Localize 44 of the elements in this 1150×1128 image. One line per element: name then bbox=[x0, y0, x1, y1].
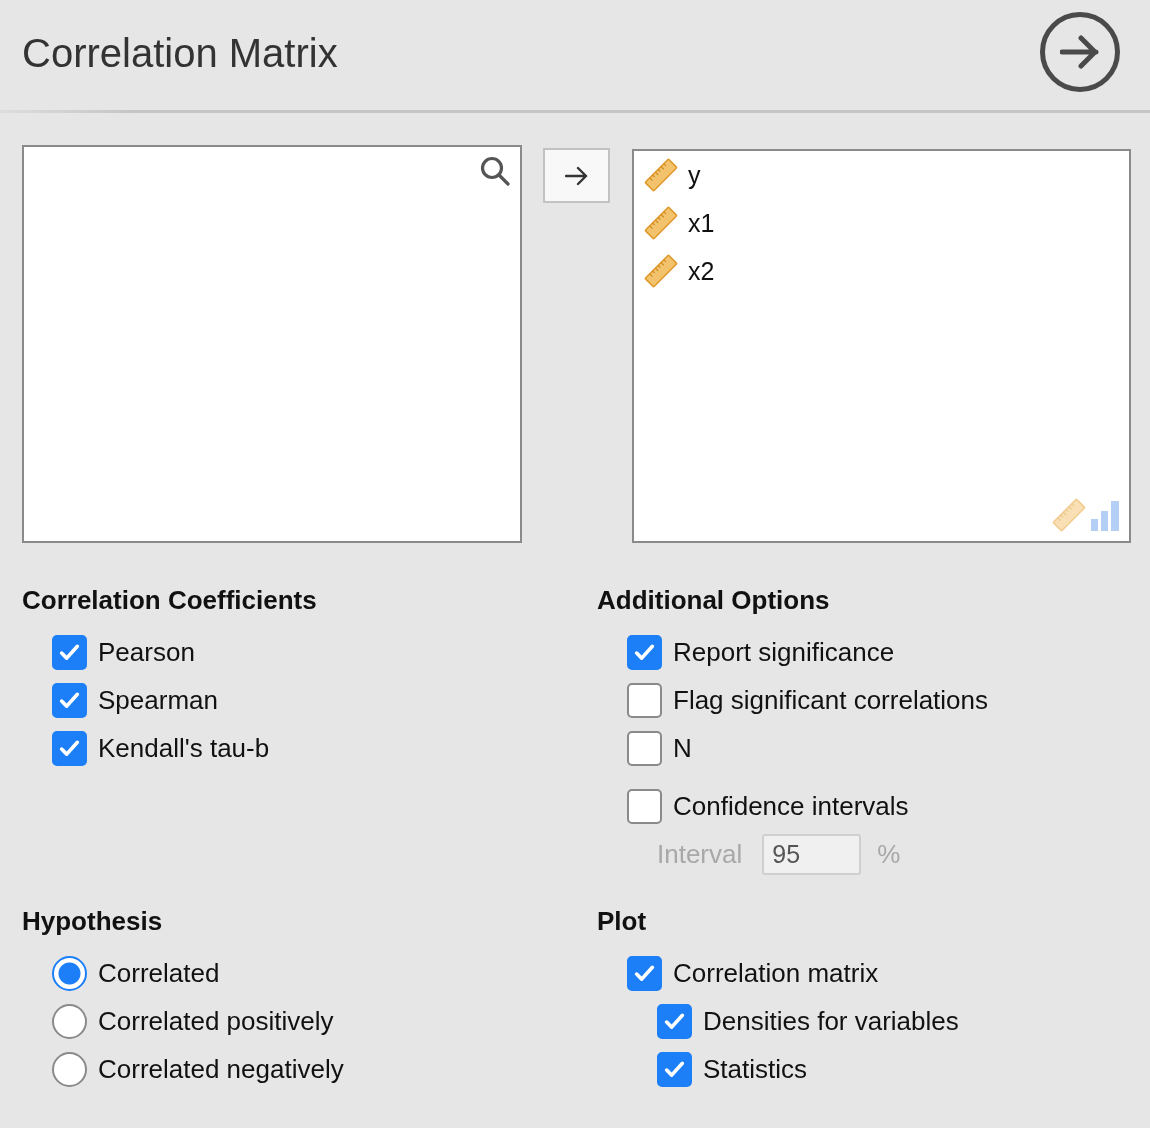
checkbox[interactable] bbox=[627, 682, 662, 718]
checkbox[interactable] bbox=[52, 634, 87, 670]
arrow-right-icon bbox=[564, 165, 589, 186]
field-label: Interval bbox=[657, 838, 743, 870]
checkbox[interactable] bbox=[627, 730, 662, 766]
checkbox-label: Kendall's tau-b bbox=[98, 732, 270, 764]
checkbox[interactable] bbox=[52, 682, 87, 718]
variable-name[interactable]: x2 bbox=[688, 256, 715, 286]
radio-label: Correlated negatively bbox=[98, 1053, 344, 1085]
checkbox[interactable] bbox=[657, 1003, 692, 1039]
checkbox-label: Flag significant correlations bbox=[673, 684, 989, 716]
radio-button[interactable] bbox=[52, 1003, 87, 1039]
variable-name[interactable]: y bbox=[688, 160, 701, 190]
run-button[interactable] bbox=[1040, 12, 1120, 92]
checkbox[interactable] bbox=[627, 788, 662, 824]
radio-label: Correlated positively bbox=[98, 1005, 334, 1037]
checkbox-label: N bbox=[673, 732, 692, 764]
variable-name[interactable]: x1 bbox=[688, 208, 715, 238]
section-heading: Plot bbox=[597, 906, 648, 936]
checkbox[interactable] bbox=[657, 1051, 692, 1087]
bar-chart-icon bbox=[1091, 501, 1119, 531]
unit-label: % bbox=[877, 838, 901, 870]
assign-button[interactable] bbox=[543, 148, 610, 203]
arrow-right-icon bbox=[1060, 35, 1100, 69]
checkbox[interactable] bbox=[627, 634, 662, 670]
radio-button[interactable] bbox=[52, 1051, 87, 1087]
checkbox-label: Report significance bbox=[673, 636, 895, 668]
section-heading: Hypothesis bbox=[22, 906, 164, 936]
selected-variables-box[interactable]: y x1 x2 bbox=[632, 149, 1131, 543]
search-icon[interactable] bbox=[479, 155, 511, 187]
checkbox-label: Confidence intervals bbox=[673, 790, 909, 822]
radio-button[interactable] bbox=[52, 955, 87, 991]
checkbox[interactable] bbox=[52, 730, 87, 766]
checkbox-label: Correlation matrix bbox=[673, 957, 879, 989]
section-heading: Correlation Coefficients bbox=[22, 585, 318, 615]
number-field[interactable]: 95 bbox=[762, 833, 862, 875]
checkbox[interactable] bbox=[627, 955, 662, 991]
checkbox-label: Pearson bbox=[98, 636, 195, 668]
panel-title: Correlation Matrix bbox=[22, 30, 338, 76]
section-heading: Additional Options bbox=[597, 585, 831, 615]
checkbox-label: Densities for variables bbox=[703, 1005, 959, 1037]
checkbox-label: Statistics bbox=[703, 1053, 808, 1085]
radio-label: Correlated bbox=[98, 957, 220, 989]
checkbox-label: Spearman bbox=[98, 684, 218, 716]
